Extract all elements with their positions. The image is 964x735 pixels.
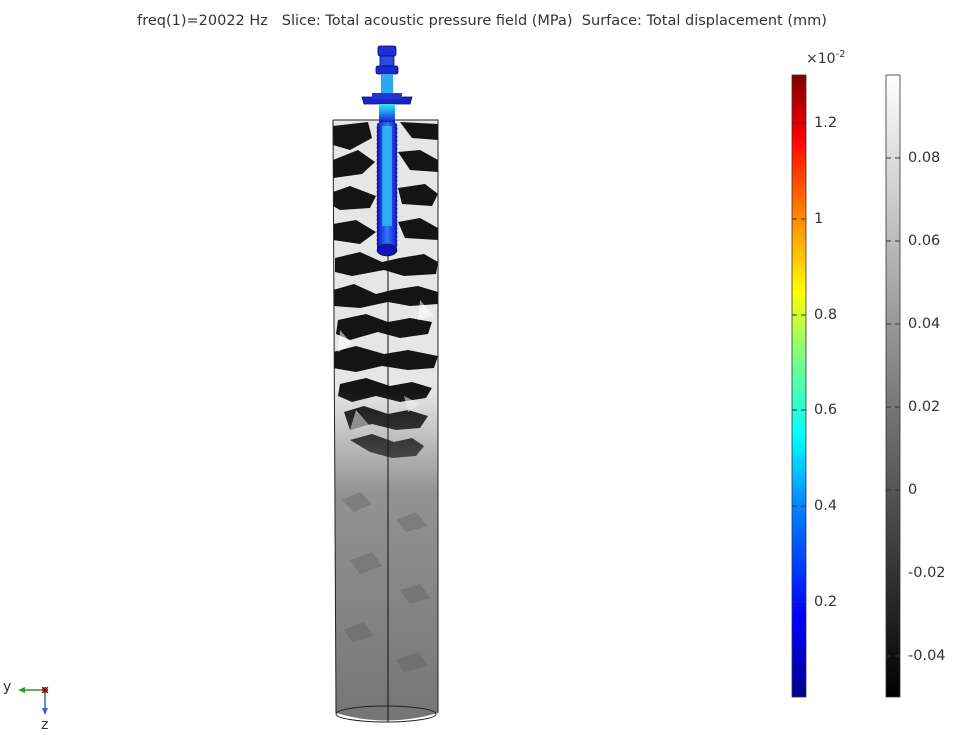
displacement-tick-label: 0.02 [908,399,941,415]
displacement-tick-label: 0.04 [908,316,941,332]
pressure-exponent: ×10-2 [806,49,846,67]
exponent-base: ×10 [806,51,836,67]
displacement-tick-label: 0 [908,482,918,498]
displacement-tick-label: -0.02 [908,565,946,581]
displacement-tick-label: 0.08 [908,150,941,166]
axis-y-label: y [3,679,12,695]
pressure-tick-label: 1.2 [814,115,838,131]
displacement-tick-label: 0.06 [908,233,941,249]
pressure-colorbar [791,74,807,698]
pressure-tick-label: 0.8 [814,307,838,323]
pressure-tick-label: 0.4 [814,498,838,514]
pressure-tick-label: 0.6 [814,402,838,418]
displacement-tick-label: -0.04 [908,648,946,664]
displacement-colorbar [885,74,901,698]
axis-z-label: z [41,717,49,733]
model-scene [18,45,901,723]
axis-triad [18,686,49,715]
pressure-tick-label: 1 [814,211,824,227]
pressure-tick-label: 0.2 [814,594,838,610]
exponent-power: -2 [835,49,846,60]
